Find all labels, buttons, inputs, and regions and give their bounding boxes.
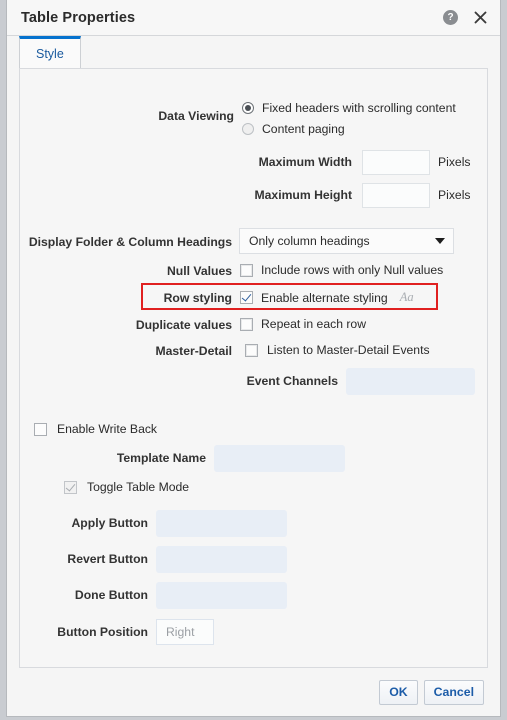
- help-icon[interactable]: ?: [443, 10, 458, 25]
- duplicate-values-checkbox-label: Repeat in each row: [261, 317, 367, 331]
- dialog-title: Table Properties: [21, 9, 136, 26]
- master-detail-checkbox-label: Listen to Master-Detail Events: [267, 343, 430, 357]
- master-detail-label-wrap: Master-Detail: [20, 344, 232, 358]
- display-headings-label: Display Folder & Column Headings: [28, 235, 232, 249]
- maximum-width-unit-wrap: Pixels: [438, 155, 471, 169]
- null-values-option[interactable]: Include rows with only Null values: [240, 263, 443, 277]
- done-button-label: Done Button: [74, 588, 148, 602]
- event-channels-label-wrap: Event Channels: [20, 374, 338, 388]
- maximum-height-unit-wrap: Pixels: [438, 188, 471, 202]
- button-position-label: Button Position: [57, 625, 148, 639]
- maximum-width-label-wrap: Maximum Width: [20, 155, 352, 169]
- toggle-table-mode-option[interactable]: Toggle Table Mode: [64, 480, 189, 494]
- null-values-checkbox[interactable]: [240, 263, 253, 277]
- display-headings-select[interactable]: Only column headings: [239, 228, 454, 254]
- data-viewing-label-wrap: Data Viewing: [20, 109, 234, 123]
- enable-write-back-checkbox[interactable]: [34, 422, 47, 436]
- display-headings-label-wrap: Display Folder & Column Headings: [20, 235, 232, 249]
- revert-button-label-wrap: Revert Button: [20, 552, 148, 566]
- radio-fixed-headers[interactable]: [242, 102, 254, 114]
- revert-button-input[interactable]: [156, 546, 287, 573]
- maximum-height-input[interactable]: [362, 183, 430, 208]
- radio-content-paging-label: Content paging: [262, 122, 345, 136]
- radio-content-paging[interactable]: [242, 123, 254, 135]
- enable-write-back-option[interactable]: Enable Write Back: [34, 422, 157, 436]
- enable-write-back-label: Enable Write Back: [57, 422, 158, 436]
- maximum-width-input[interactable]: [362, 150, 430, 175]
- row-styling-label-wrap: Row styling: [20, 291, 232, 305]
- maximum-width-label: Maximum Width: [258, 155, 352, 169]
- row-styling-label: Row styling: [163, 291, 232, 305]
- revert-button-label: Revert Button: [67, 552, 148, 566]
- template-name-input[interactable]: [214, 445, 345, 472]
- font-style-icon[interactable]: Aa: [400, 290, 414, 305]
- maximum-height-label: Maximum Height: [254, 188, 352, 202]
- tab-strip: Style: [7, 36, 500, 68]
- row-styling-checkbox-label: Enable alternate styling: [261, 290, 388, 305]
- toggle-table-mode-checkbox[interactable]: [64, 480, 77, 494]
- maximum-height-label-wrap: Maximum Height: [20, 188, 352, 202]
- null-values-checkbox-label: Include rows with only Null values: [261, 263, 444, 277]
- maximum-width-unit: Pixels: [438, 155, 471, 169]
- button-position-label-wrap: Button Position: [20, 625, 148, 639]
- chevron-down-icon: [435, 238, 445, 244]
- done-button-label-wrap: Done Button: [20, 588, 148, 602]
- display-headings-value: Only column headings: [249, 234, 370, 248]
- data-viewing-label: Data Viewing: [158, 109, 234, 123]
- apply-button-label-wrap: Apply Button: [20, 516, 149, 530]
- template-name-label: Template Name: [116, 451, 206, 465]
- template-name-label-wrap: Template Name: [20, 451, 206, 465]
- tab-style-label: Style: [36, 46, 64, 61]
- tab-style[interactable]: Style: [19, 36, 81, 68]
- dialog-footer: OK Cancel: [7, 668, 500, 716]
- style-settings-panel: Data Viewing Fixed headers with scrollin…: [19, 68, 488, 668]
- null-values-label-wrap: Null Values: [20, 264, 232, 278]
- event-channels-label: Event Channels: [246, 374, 338, 388]
- data-viewing-option-0[interactable]: Fixed headers with scrolling content: [242, 101, 456, 115]
- radio-fixed-headers-label: Fixed headers with scrolling content: [262, 101, 456, 115]
- master-detail-option[interactable]: Listen to Master-Detail Events: [245, 343, 430, 357]
- row-styling-checkbox[interactable]: [240, 291, 253, 304]
- event-channels-input[interactable]: [346, 368, 475, 395]
- apply-button-label: Apply Button: [71, 516, 149, 530]
- duplicate-values-option[interactable]: Repeat in each row: [240, 317, 366, 331]
- dialog-titlebar: Table Properties ?: [7, 0, 500, 36]
- table-properties-dialog: Table Properties ? Style Data Viewing Fi…: [6, 0, 501, 717]
- apply-button-input[interactable]: [156, 510, 287, 537]
- button-position-input[interactable]: Right: [156, 619, 214, 645]
- master-detail-checkbox[interactable]: [245, 343, 258, 357]
- data-viewing-option-1[interactable]: Content paging: [242, 122, 345, 136]
- row-styling-option[interactable]: Enable alternate styling Aa: [240, 290, 414, 305]
- close-icon[interactable]: [472, 10, 488, 26]
- duplicate-values-label-wrap: Duplicate values: [20, 318, 232, 332]
- null-values-label: Null Values: [166, 264, 232, 278]
- maximum-height-unit: Pixels: [438, 188, 471, 202]
- ok-button[interactable]: OK: [379, 679, 418, 705]
- toggle-table-mode-label: Toggle Table Mode: [87, 480, 190, 494]
- done-button-input[interactable]: [156, 582, 287, 609]
- master-detail-label: Master-Detail: [155, 344, 232, 358]
- duplicate-values-label: Duplicate values: [135, 318, 232, 332]
- button-position-value: Right: [166, 625, 195, 639]
- cancel-button[interactable]: Cancel: [423, 679, 484, 705]
- duplicate-values-checkbox[interactable]: [240, 317, 253, 331]
